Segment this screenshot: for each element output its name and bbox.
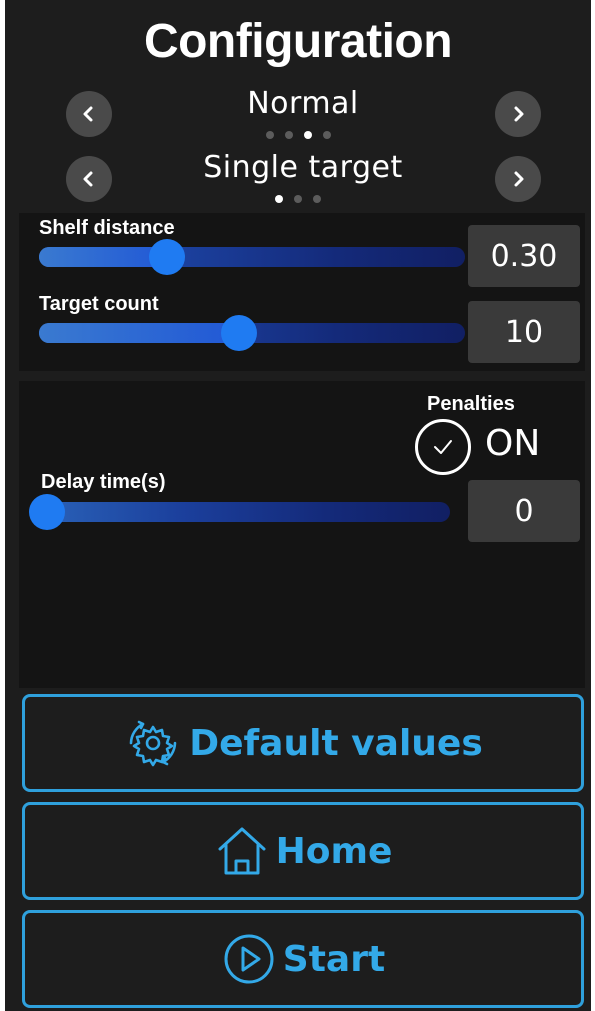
penalties-state: ON (485, 423, 541, 464)
default-values-button[interactable]: Default values (22, 694, 584, 792)
start-label: Start (282, 938, 386, 980)
target-count-fill (39, 323, 239, 343)
page-dot[interactable] (303, 131, 312, 139)
page-dot[interactable] (294, 195, 302, 203)
mode-next-button[interactable] (495, 91, 541, 137)
delay-time-slider[interactable] (29, 494, 450, 530)
target-count-value[interactable]: 10 (468, 301, 580, 363)
page-title: Configuration (143, 15, 453, 68)
chevron-left-icon (83, 171, 93, 187)
target-count-thumb[interactable] (221, 315, 257, 351)
chevron-right-icon (514, 106, 524, 122)
shelf-distance-label: Shelf distance (39, 217, 175, 239)
gear-refresh-icon (129, 720, 177, 767)
page-dot[interactable] (284, 131, 293, 139)
shelf-distance-value[interactable]: 0.30 (468, 225, 580, 287)
target-count-label: Target count (39, 293, 159, 315)
target-next-button[interactable] (495, 156, 541, 202)
page-dot[interactable] (275, 195, 283, 203)
delay-time-label: Delay time(s) (41, 471, 166, 493)
penalties-section: Penalties ON Delay time(s) 0 (19, 381, 585, 688)
default-values-label: Default values (189, 722, 483, 764)
play-circle-icon (224, 934, 274, 984)
target-count-slider[interactable] (39, 315, 465, 351)
home-button[interactable]: Home (22, 802, 584, 900)
page-dot[interactable] (322, 131, 331, 139)
chevron-left-icon (83, 106, 93, 122)
home-label: Home (275, 830, 393, 872)
penalties-label: Penalties (427, 393, 515, 415)
mode-value: Normal (247, 86, 359, 121)
penalties-toggle[interactable] (415, 419, 471, 475)
page-dot[interactable] (313, 195, 321, 203)
shelf-distance-thumb[interactable] (149, 239, 185, 275)
page-dot[interactable] (265, 131, 274, 139)
slider-section: Shelf distance 0.30 Target count 10 (19, 213, 585, 371)
target-mode-value: Single target (203, 150, 403, 185)
home-icon (218, 827, 266, 875)
configuration-panel: Configuration Normal Single target Shelf… (5, 0, 591, 1011)
shelf-distance-fill (39, 247, 167, 267)
chevron-right-icon (514, 171, 524, 187)
shelf-distance-slider[interactable] (39, 239, 465, 275)
check-icon (434, 440, 452, 454)
delay-time-value[interactable]: 0 (468, 480, 580, 542)
start-button[interactable]: Start (22, 910, 584, 1008)
delay-time-thumb[interactable] (29, 494, 65, 530)
